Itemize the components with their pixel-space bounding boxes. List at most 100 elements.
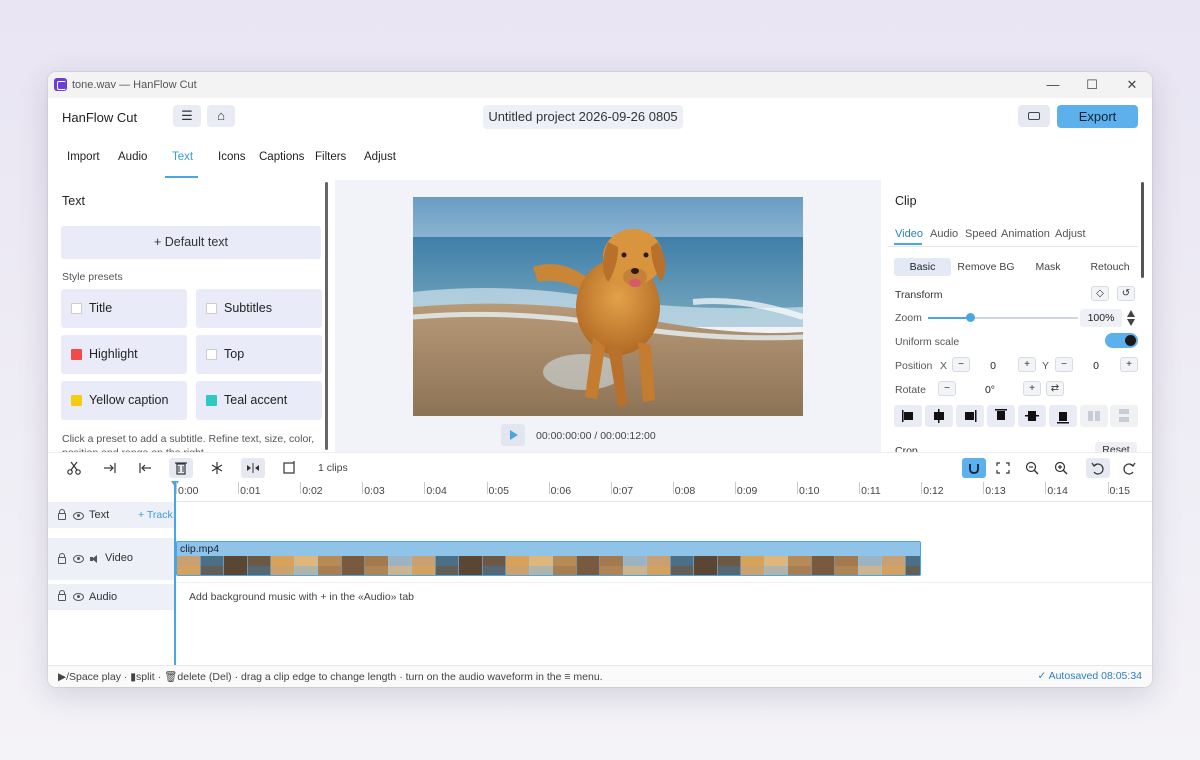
project-title[interactable]: Untitled project 2026-09-26 0805 [483, 105, 683, 129]
preset-top[interactable]: Top [196, 335, 322, 374]
rotate-increment[interactable]: + [1023, 381, 1041, 396]
tick-mark [983, 482, 985, 494]
menu-button[interactable]: ☰ [173, 105, 201, 127]
tick-label: 0:07 [612, 485, 634, 497]
play-button[interactable] [501, 424, 525, 446]
video-preview[interactable] [413, 197, 803, 416]
preset-label: Yellow caption [89, 393, 169, 407]
position-y-decrement[interactable]: − [1055, 357, 1073, 372]
lock-icon[interactable] [58, 553, 66, 564]
transform-reset-button[interactable]: ↺ [1117, 286, 1135, 301]
clip-thumbnail-shade [647, 566, 670, 575]
zoom-out-button[interactable] [1020, 458, 1044, 478]
trim-start-button[interactable] [133, 458, 157, 478]
split-button[interactable] [62, 458, 86, 478]
add-track-button[interactable]: + Track [138, 509, 173, 521]
clip-tab-audio[interactable]: Audio [930, 228, 958, 240]
align-top-button[interactable] [987, 405, 1015, 427]
video-clip[interactable]: clip.mp4 [176, 541, 921, 576]
undo-button[interactable] [1086, 458, 1110, 478]
clip-thumbnail-shade [811, 566, 835, 575]
rotate-value[interactable]: 0° [975, 384, 1005, 396]
zoom-stepper-icon[interactable] [1127, 309, 1135, 327]
subtab-mask[interactable]: Mask [1028, 258, 1068, 276]
rotate-decrement[interactable]: − [938, 381, 956, 396]
align-right-button[interactable] [956, 405, 984, 427]
position-x-increment[interactable]: + [1018, 357, 1036, 372]
uniform-scale-toggle[interactable] [1105, 333, 1138, 348]
align-bottom-button[interactable] [1049, 405, 1077, 427]
clip-thumbnail-shade [200, 566, 224, 575]
tick-label: 0:05 [488, 485, 509, 497]
keyboard-shortcuts-button[interactable] [1018, 105, 1050, 127]
tab-icons[interactable]: Icons [218, 151, 246, 163]
track-name-text: Text [89, 509, 110, 521]
position-x-decrement[interactable]: − [952, 357, 970, 372]
minimize-button[interactable]: — [1038, 76, 1068, 94]
keyframe-button[interactable]: ◇ [1091, 286, 1109, 301]
align-middle-button[interactable] [1018, 405, 1046, 427]
distribute-horizontal-button[interactable] [1080, 405, 1108, 427]
export-button[interactable]: Export [1057, 105, 1138, 128]
tick-mark [610, 482, 612, 494]
tab-audio[interactable]: Audio [118, 151, 147, 163]
distribute-vertical-button[interactable] [1110, 405, 1138, 427]
left-panel-scrollbar[interactable] [325, 182, 328, 450]
trim-end-button[interactable] [98, 458, 122, 478]
flip-button[interactable]: ⇄ [1046, 381, 1064, 396]
eye-icon[interactable] [73, 555, 84, 563]
add-default-text-button[interactable]: + Default text [61, 226, 321, 259]
subtab-retouch[interactable]: Retouch [1086, 258, 1134, 276]
flip-horizontal-icon [247, 463, 259, 473]
eye-icon[interactable] [73, 593, 84, 601]
tab-text[interactable]: Text [172, 151, 193, 163]
clip-thumbnail-shade [388, 566, 412, 575]
position-x-value[interactable]: 0 [978, 360, 1008, 372]
preset-title[interactable]: Title [61, 289, 187, 328]
lock-icon[interactable] [58, 509, 66, 520]
maximize-button[interactable]: ☐ [1077, 76, 1107, 94]
playhead[interactable] [174, 482, 176, 665]
redo-button[interactable] [1117, 458, 1141, 478]
fit-timeline-button[interactable] [991, 458, 1015, 478]
zoom-input[interactable]: 100% [1080, 309, 1122, 327]
tab-captions[interactable]: Captions [259, 151, 304, 163]
eye-icon[interactable] [73, 512, 84, 520]
align-center-h-button[interactable] [925, 405, 953, 427]
preset-highlight[interactable]: Highlight [61, 335, 187, 374]
tab-adjust[interactable]: Adjust [364, 151, 396, 163]
tick-label: 0:13 [985, 485, 1006, 497]
clip-tab-adjust[interactable]: Adjust [1055, 228, 1086, 240]
subtab-remove-bg[interactable]: Remove BG [954, 258, 1018, 276]
expand-icon [996, 462, 1010, 474]
delete-button[interactable] [169, 458, 193, 478]
right-panel-scrollbar[interactable] [1141, 182, 1144, 278]
freeze-frame-button[interactable] [205, 458, 229, 478]
tab-filters[interactable]: Filters [315, 151, 346, 163]
clip-thumbnail-shade [741, 566, 764, 575]
align-left-button[interactable] [894, 405, 922, 427]
trim-left-icon [139, 463, 151, 473]
mirror-button[interactable] [241, 458, 265, 478]
zoom-in-button[interactable] [1049, 458, 1073, 478]
crop-button[interactable] [277, 458, 301, 478]
speaker-icon[interactable] [90, 555, 99, 563]
home-button[interactable]: ⌂ [207, 105, 235, 127]
position-y-increment[interactable]: + [1120, 357, 1138, 372]
preset-subtitles[interactable]: Subtitles [196, 289, 322, 328]
preset-yellow-caption[interactable]: Yellow caption [61, 381, 187, 420]
magnet-snap-button[interactable] [962, 458, 986, 478]
subtab-basic[interactable]: Basic [894, 258, 951, 276]
lock-icon[interactable] [58, 590, 66, 601]
preset-teal-accent[interactable]: Teal accent [196, 381, 322, 420]
clip-tab-animation[interactable]: Animation [1001, 228, 1050, 240]
clip-tab-speed[interactable]: Speed [965, 228, 997, 240]
tab-import[interactable]: Import [67, 151, 100, 163]
position-y-value[interactable]: 0 [1081, 360, 1111, 372]
zoom-slider-handle[interactable] [966, 313, 975, 322]
close-button[interactable]: ✕ [1117, 76, 1147, 94]
tick-label: 0:06 [550, 485, 572, 497]
preset-swatch [206, 395, 217, 406]
clip-tab-video[interactable]: Video [895, 228, 923, 240]
clip-panel-heading: Clip [895, 194, 917, 208]
